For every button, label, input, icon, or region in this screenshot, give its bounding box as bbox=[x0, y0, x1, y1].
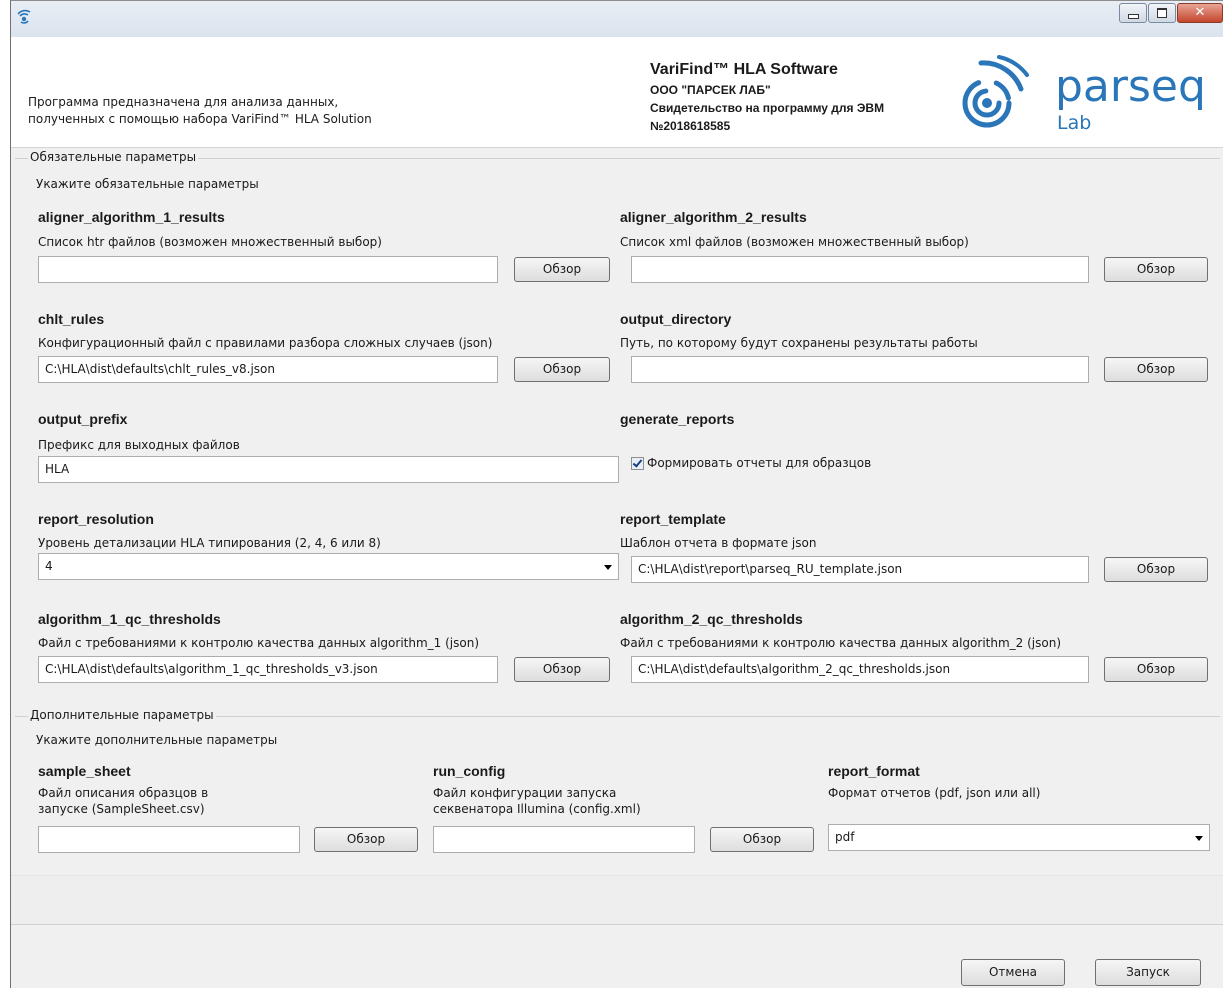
param-desc-aligner-2: Список xml файлов (возможен множественны… bbox=[620, 235, 969, 249]
close-icon: ✕ bbox=[1194, 5, 1206, 20]
param-desc-output-prefix: Префикс для выходных файлов bbox=[38, 438, 240, 452]
empty-panel-area bbox=[11, 875, 1223, 924]
cancel-button[interactable]: Отмена bbox=[961, 959, 1065, 986]
param-desc-run-config: Файл конфигурации запуска секвенатора Il… bbox=[433, 786, 641, 816]
param-name-aligner-2: aligner_algorithm_2_results bbox=[620, 209, 807, 225]
param-name-output-directory: output_directory bbox=[620, 311, 732, 327]
param-desc-report-template: Шаблон отчета в формате json bbox=[620, 536, 817, 550]
sample-sheet-browse-button[interactable]: Обзор bbox=[314, 827, 418, 852]
product-info: VariFind™ HLA Software ООО "ПАРСЕК ЛАБ" … bbox=[650, 59, 884, 135]
param-desc-chlt-rules: Конфигурационный файл с правилами разбор… bbox=[38, 336, 493, 350]
certificate-text: Свидетельство на программу для ЭВМ bbox=[650, 101, 885, 115]
param-name-qc2: algorithm_2_qc_thresholds bbox=[620, 611, 803, 627]
qc2-input[interactable]: C:\HLA\dist\defaults\algorithm_2_qc_thre… bbox=[631, 656, 1089, 683]
run-button[interactable]: Запуск bbox=[1095, 959, 1201, 986]
qc1-browse-button[interactable]: Обзор bbox=[514, 657, 610, 682]
param-name-run-config: run_config bbox=[433, 763, 506, 779]
logo-wordmark: parseq bbox=[1055, 61, 1206, 112]
product-name: VariFind™ HLA Software bbox=[650, 61, 838, 78]
qc1-input[interactable]: C:\HLA\dist\defaults\algorithm_1_qc_thre… bbox=[38, 656, 498, 683]
optional-group-title: Дополнительные параметры bbox=[28, 708, 216, 722]
param-name-output-prefix: output_prefix bbox=[38, 411, 128, 427]
param-desc-output-directory: Путь, по которому будут сохранены резуль… bbox=[620, 336, 978, 350]
output-directory-browse-button[interactable]: Обзор bbox=[1104, 357, 1208, 382]
optional-hint: Укажите дополнительные параметры bbox=[36, 733, 278, 747]
generate-reports-checkbox[interactable]: Формировать отчеты для образцов bbox=[631, 456, 871, 470]
param-name-sample-sheet: sample_sheet bbox=[38, 763, 131, 779]
required-hint: Укажите обязательные параметры bbox=[36, 177, 259, 191]
maximize-button[interactable] bbox=[1148, 3, 1176, 23]
certificate-number: №2018618585 bbox=[650, 119, 731, 133]
param-desc-report-format: Формат отчетов (pdf, json или all) bbox=[828, 786, 1041, 800]
output-directory-input[interactable] bbox=[631, 356, 1089, 383]
header-panel: Программа предназначена для анализа данн… bbox=[11, 37, 1223, 148]
title-bar: ✕ bbox=[11, 1, 1223, 38]
footer-separator bbox=[11, 924, 1223, 925]
checkbox-checked-icon bbox=[631, 456, 644, 470]
param-name-aligner-1: aligner_algorithm_1_results bbox=[38, 209, 225, 225]
report-resolution-select[interactable]: 4 bbox=[38, 553, 619, 580]
param-name-qc1: algorithm_1_qc_thresholds bbox=[38, 611, 221, 627]
param-name-report-template: report_template bbox=[620, 511, 726, 527]
run-config-browse-button[interactable]: Обзор bbox=[710, 827, 814, 852]
parseq-lab-logo: parseq Lab bbox=[962, 55, 1206, 134]
aligner-2-browse-button[interactable]: Обзор bbox=[1104, 257, 1208, 282]
report-format-select[interactable]: pdf bbox=[828, 824, 1210, 851]
param-name-report-resolution: report_resolution bbox=[38, 511, 154, 527]
close-button[interactable]: ✕ bbox=[1177, 3, 1223, 23]
param-desc-qc1: Файл с требованиями к контролю качества … bbox=[38, 636, 479, 650]
output-prefix-input[interactable]: HLA bbox=[38, 456, 619, 483]
report-template-input[interactable]: C:\HLA\dist\report\parseq_RU_template.js… bbox=[631, 556, 1089, 583]
param-desc-qc2: Файл с требованиями к контролю качества … bbox=[620, 636, 1061, 650]
param-name-generate-reports: generate_reports bbox=[620, 411, 735, 427]
dropdown-arrow-icon bbox=[1195, 836, 1203, 841]
app-icon bbox=[17, 9, 35, 30]
param-desc-sample-sheet: Файл описания образцов в запуске (Sample… bbox=[38, 786, 209, 816]
logo-wordmark-lab: Lab bbox=[1057, 112, 1091, 134]
sample-sheet-input[interactable] bbox=[38, 826, 300, 853]
dropdown-arrow-icon bbox=[604, 565, 612, 570]
report-template-browse-button[interactable]: Обзор bbox=[1104, 557, 1208, 582]
chlt-rules-input[interactable]: C:\HLA\dist\defaults\chlt_rules_v8.json bbox=[38, 356, 498, 383]
required-group-title: Обязательные параметры bbox=[28, 150, 199, 164]
main-window: ✕ Программа предназначена для анализа да… bbox=[10, 0, 1223, 988]
minimize-button[interactable] bbox=[1119, 3, 1147, 23]
param-desc-aligner-1: Список htr файлов (возможен множественны… bbox=[38, 235, 382, 249]
param-name-chlt-rules: chlt_rules bbox=[38, 311, 105, 327]
param-name-report-format: report_format bbox=[828, 763, 920, 779]
report-format-value: pdf bbox=[835, 830, 855, 844]
run-config-input[interactable] bbox=[433, 826, 695, 853]
company-name: ООО "ПАРСЕК ЛАБ" bbox=[650, 83, 771, 97]
aligner-1-input[interactable] bbox=[38, 256, 498, 283]
aligner-2-input[interactable] bbox=[631, 256, 1089, 283]
generate-reports-label: Формировать отчеты для образцов bbox=[647, 456, 872, 470]
program-description: Программа предназначена для анализа данн… bbox=[28, 95, 372, 126]
qc2-browse-button[interactable]: Обзор bbox=[1104, 657, 1208, 682]
param-desc-report-resolution: Уровень детализации HLA типирования (2, … bbox=[38, 536, 381, 550]
chlt-rules-browse-button[interactable]: Обзор bbox=[514, 357, 610, 382]
aligner-1-browse-button[interactable]: Обзор bbox=[514, 257, 610, 282]
report-resolution-value: 4 bbox=[45, 559, 53, 573]
